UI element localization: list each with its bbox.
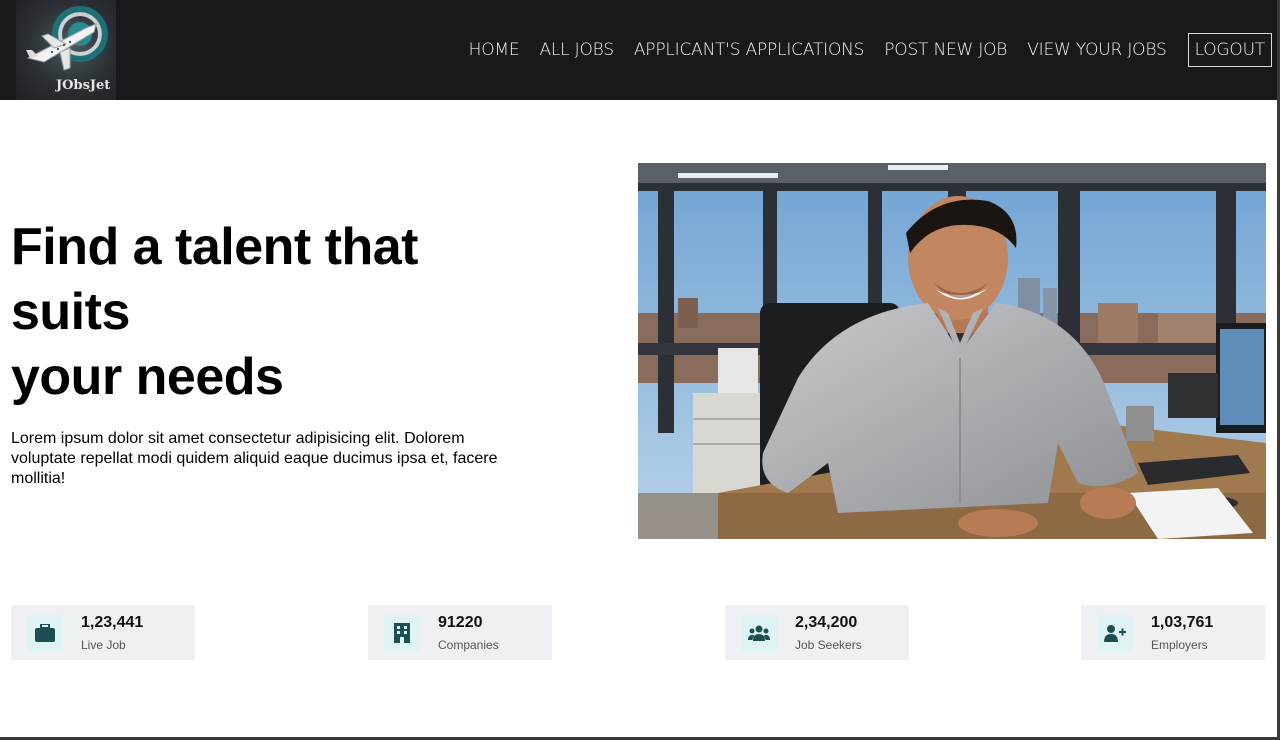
stat-value: 1,03,761 <box>1151 614 1214 631</box>
hero-title-line-3: your needs <box>11 348 284 406</box>
brand-logo[interactable]: JObsJet <box>16 0 116 100</box>
user-plus-icon-box <box>1097 615 1133 651</box>
stat-live-job: 1,23,441 Live Job <box>11 605 195 660</box>
hero-title-line-2: suits <box>11 283 130 341</box>
stat-job-seekers: 2,34,200 Job Seekers <box>725 605 909 660</box>
briefcase-icon <box>35 624 55 642</box>
user-plus-icon <box>1104 625 1126 642</box>
hero-title: Find a talent that suits your needs <box>11 215 571 410</box>
logo-wordmark: JObsJet <box>56 78 111 93</box>
main-nav: HOME ALL JOBS APPLICANT'S APPLICATIONS P… <box>459 33 1272 67</box>
stat-label: Job Seekers <box>795 638 862 652</box>
stat-value: 2,34,200 <box>795 614 858 631</box>
stat-label: Companies <box>438 638 499 652</box>
office-scene-illustration <box>638 163 1266 539</box>
users-icon <box>748 625 770 641</box>
airplane-icon <box>26 23 97 71</box>
users-icon-box <box>741 615 777 651</box>
nav-applicants-applications[interactable]: APPLICANT'S APPLICATIONS <box>624 33 874 67</box>
building-icon-box <box>384 615 420 651</box>
nav-all-jobs[interactable]: ALL JOBS <box>529 33 623 67</box>
nav-post-new-job[interactable]: POST NEW JOB <box>874 33 1017 67</box>
nav-view-your-jobs[interactable]: VIEW YOUR JOBS <box>1017 33 1176 67</box>
stat-companies: 91220 Companies <box>368 605 552 660</box>
stat-value: 1,23,441 <box>81 614 144 631</box>
top-navbar: JObsJet HOME ALL JOBS APPLICANT'S APPLIC… <box>0 0 1280 100</box>
stat-value: 91220 <box>438 614 483 631</box>
hero-description: Lorem ipsum dolor sit amet consectetur a… <box>11 430 498 487</box>
stat-label: Employers <box>1151 638 1208 652</box>
hero-image <box>638 163 1266 539</box>
hero-title-line-1: Find a talent that <box>11 218 419 276</box>
building-icon <box>394 623 410 643</box>
stat-employers: 1,03,761 Employers <box>1081 605 1265 660</box>
stat-label: Live Job <box>81 638 126 652</box>
briefcase-icon-box <box>27 615 63 651</box>
nav-home[interactable]: HOME <box>459 33 530 67</box>
logout-button[interactable]: LOGOUT <box>1187 33 1272 67</box>
